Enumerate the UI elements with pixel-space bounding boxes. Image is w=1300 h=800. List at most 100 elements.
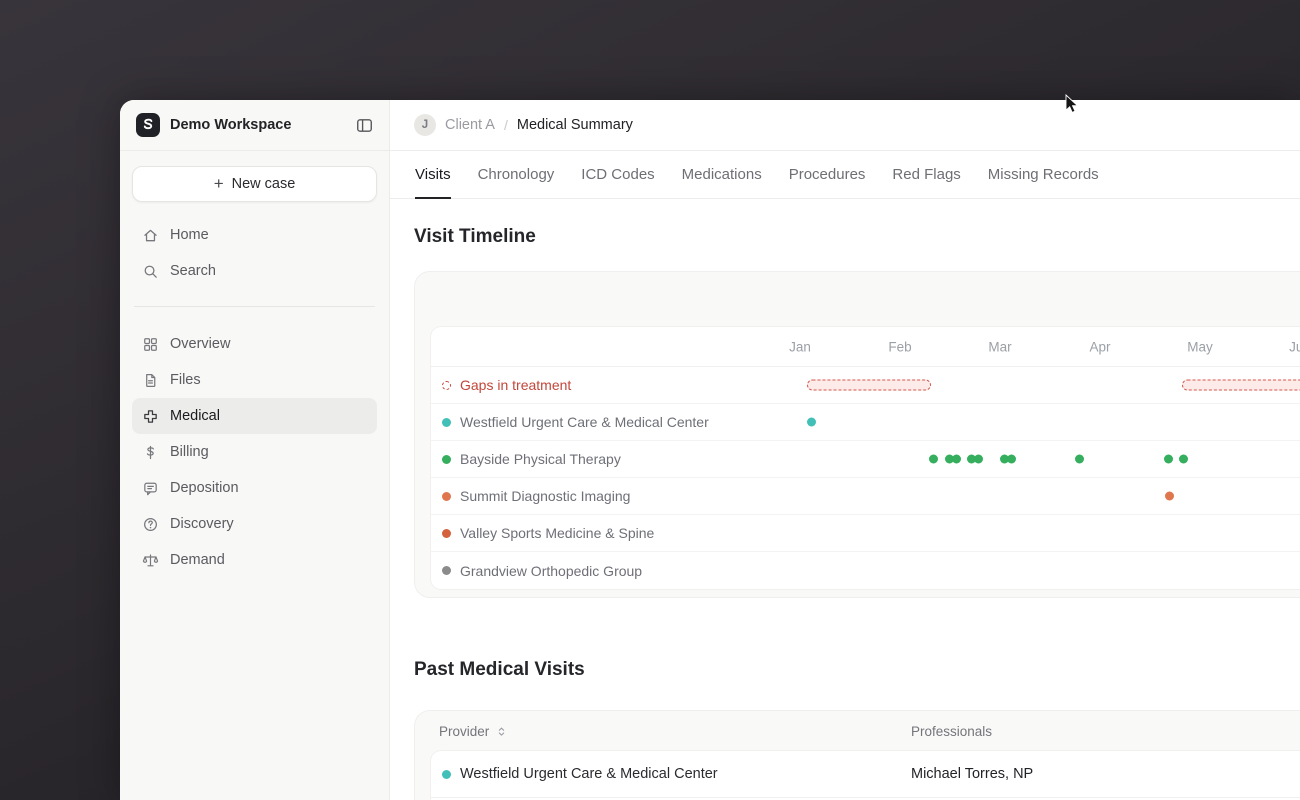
sidebar-item-label: Discovery	[170, 516, 234, 532]
new-case-button[interactable]: + New case	[132, 166, 377, 202]
new-case-label: New case	[231, 176, 296, 192]
past-visits-section-title: Past Medical Visits	[414, 659, 585, 680]
tab-chronology[interactable]: Chronology	[478, 151, 555, 199]
sidebar-item-files[interactable]: Files	[132, 362, 377, 398]
timeline-month-axis: Jan Feb Mar Apr May Jun	[431, 327, 1300, 367]
sort-icon	[499, 727, 505, 736]
sidebar-item-label: Billing	[170, 444, 209, 460]
treatment-gap-pill	[1182, 379, 1300, 391]
timeline-row-label: Gaps in treatment	[460, 377, 572, 393]
tab-bar: Visits Chronology ICD Codes Medications Proc…	[390, 151, 1300, 199]
visit-point	[928, 454, 938, 464]
sidebar-item-discovery[interactable]: Discovery	[132, 506, 377, 542]
provider-dot-icon	[442, 528, 451, 538]
past-visits-table-card: Provider Professionals Westfield Urgent …	[414, 710, 1300, 800]
visit-point	[1178, 454, 1188, 464]
month-tick-label: Mar	[988, 339, 1012, 354]
timeline-section-title: Visit Timeline	[414, 226, 536, 247]
sidebar-item-label: Search	[170, 263, 216, 279]
sidebar-collapse-icon[interactable]	[355, 116, 374, 135]
past-visit-row[interactable]: Westfield Urgent Care & Medical Center Mi…	[431, 751, 1300, 798]
tab-red-flags[interactable]: Red Flags	[892, 151, 960, 199]
speech-bubble-icon	[142, 480, 159, 497]
visit-timeline-chart: Jan Feb Mar Apr May Jun Gaps in treatment West…	[431, 327, 1300, 589]
sidebar-item-label: Demand	[170, 552, 225, 568]
dollar-icon	[142, 444, 159, 461]
breadcrumb-page-title: Medical Summary	[516, 117, 633, 133]
sidebar-nav-top: Home Search	[120, 202, 389, 289]
sidebar-item-medical[interactable]: Medical	[132, 398, 377, 434]
visit-point	[1074, 454, 1084, 464]
tab-procedures[interactable]: Procedures	[789, 151, 866, 199]
sidebar-nav-case: Overview Files Medical Billing Deposition Dis…	[120, 307, 389, 578]
tab-visits[interactable]: Visits	[415, 151, 451, 199]
month-tick-label: May	[1187, 339, 1213, 354]
overview-grid-icon	[142, 336, 159, 353]
timeline-row-label: Grandview Orthopedic Group	[460, 562, 643, 579]
search-icon	[142, 263, 159, 280]
professionals-value: Michael Torres, NP	[911, 766, 1034, 782]
visit-point	[806, 417, 816, 427]
timeline-row-label: Bayside Physical Therapy	[460, 451, 621, 467]
provider-dot-icon	[442, 491, 451, 501]
visit-point	[1163, 454, 1173, 464]
sidebar-item-billing[interactable]: Billing	[132, 434, 377, 470]
question-circle-icon	[142, 516, 159, 533]
sidebar-item-label: Deposition	[170, 480, 239, 496]
tab-icd-codes[interactable]: ICD Codes	[581, 151, 654, 199]
month-tick-label: Jan	[789, 339, 811, 354]
page-content: Visit Timeline Jan Feb Mar Apr May Jun Gaps i…	[390, 199, 1300, 800]
timeline-row-grandview-orthopedic-group: Grandview Orthopedic Group	[431, 552, 1300, 589]
tab-missing-records[interactable]: Missing Records	[988, 151, 1099, 199]
breadcrumb-client[interactable]: Client A	[445, 117, 495, 133]
file-icon	[142, 372, 159, 389]
sidebar-item-overview[interactable]: Overview	[132, 326, 377, 362]
plus-icon: +	[213, 174, 224, 193]
timeline-row-label: Westfield Urgent Care & Medical Center	[460, 414, 709, 430]
sidebar-item-label: Medical	[170, 408, 220, 424]
provider-dot-icon	[442, 566, 451, 575]
main-area: J Client A / Medical Summary Visits Chron…	[390, 100, 1300, 800]
app-window: Demo Workspace + New case Home Search Ove…	[120, 100, 1300, 800]
timeline-row-valley-sports-medicine-spine: Valley Sports Medicine & Spine	[431, 515, 1300, 552]
provider-column-header[interactable]: Provider	[439, 724, 508, 739]
breadcrumb-separator: /	[503, 117, 508, 133]
past-visits-table-header: Provider Professionals	[431, 711, 1300, 751]
tab-medications[interactable]: Medications	[682, 151, 762, 199]
timeline-row-gaps-in-treatment: Gaps in treatment	[431, 367, 1300, 404]
visit-point	[1006, 454, 1016, 464]
desktop-background: Demo Workspace + New case Home Search Ove…	[0, 0, 1300, 800]
medical-cross-icon	[142, 408, 159, 425]
professionals-column-header: Professionals	[911, 723, 993, 739]
client-avatar: J	[414, 114, 436, 136]
gap-marker-icon	[442, 380, 451, 390]
sidebar-item-home[interactable]: Home	[132, 217, 377, 253]
sidebar-header: Demo Workspace	[120, 100, 389, 151]
home-icon	[142, 227, 159, 244]
visit-point	[1164, 491, 1174, 501]
visit-point	[951, 454, 961, 464]
provider-dot-icon	[442, 769, 451, 779]
sidebar-item-label: Overview	[170, 336, 231, 352]
provider-dot-icon	[442, 454, 451, 464]
month-tick-label: Jun	[1289, 339, 1300, 354]
treatment-gap-pill	[807, 379, 931, 391]
visit-timeline-card: Jan Feb Mar Apr May Jun Gaps in treatment West…	[414, 271, 1300, 598]
provider-column-label: Provider	[439, 723, 490, 739]
timeline-row-westfield-urgent-care-medical-center: Westfield Urgent Care & Medical Center	[431, 404, 1300, 441]
month-tick-label: Feb	[888, 339, 912, 354]
past-visits-rows: Westfield Urgent Care & Medical Center Mi…	[431, 751, 1300, 800]
scales-icon	[142, 552, 159, 569]
timeline-row-summit-diagnostic-imaging: Summit Diagnostic Imaging	[431, 478, 1300, 515]
sidebar-item-deposition[interactable]: Deposition	[132, 470, 377, 506]
provider-dot-icon	[442, 417, 451, 427]
sidebar-item-demand[interactable]: Demand	[132, 542, 377, 578]
timeline-row-bayside-physical-therapy: Bayside Physical Therapy	[431, 441, 1300, 478]
timeline-row-label: Valley Sports Medicine & Spine	[460, 525, 655, 541]
sidebar: Demo Workspace + New case Home Search Ove…	[120, 100, 390, 800]
provider-name: Westfield Urgent Care & Medical Center	[460, 766, 718, 782]
sidebar-item-label: Files	[170, 372, 201, 388]
timeline-row-label: Summit Diagnostic Imaging	[460, 488, 631, 504]
sidebar-item-search[interactable]: Search	[132, 253, 377, 289]
workspace-title: Demo Workspace	[170, 117, 292, 133]
